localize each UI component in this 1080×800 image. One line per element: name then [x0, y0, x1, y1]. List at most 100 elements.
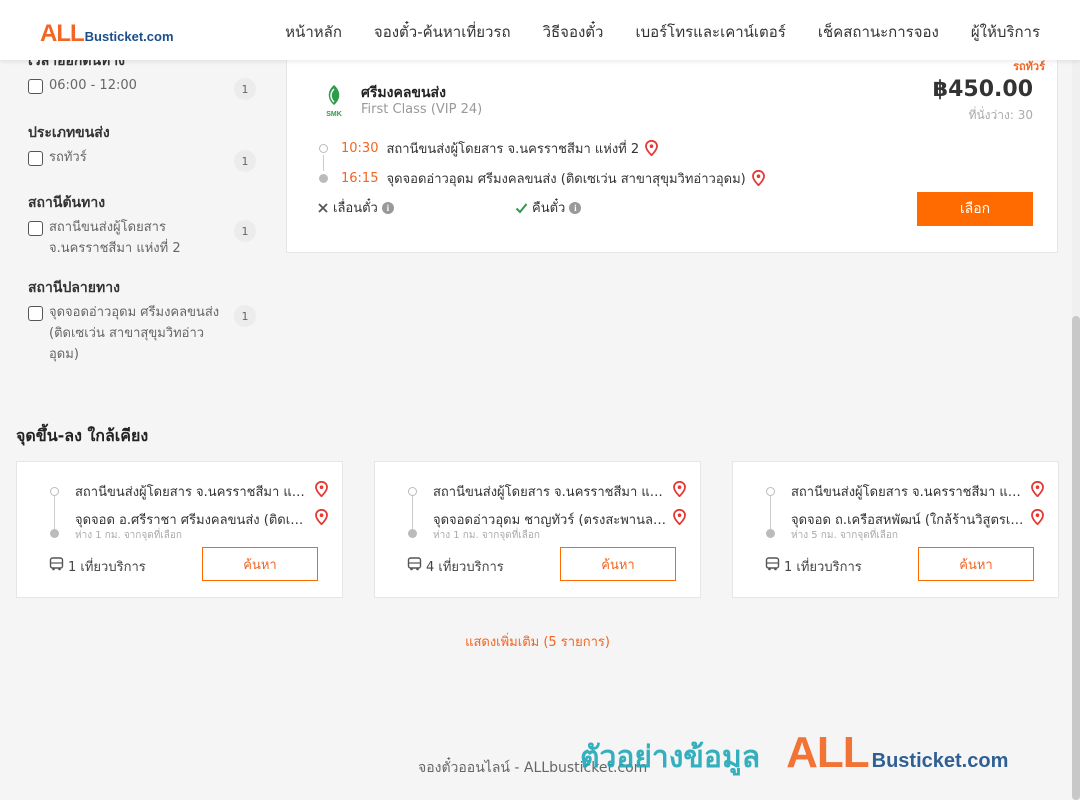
nav-home[interactable]: หน้าหลัก: [285, 20, 342, 44]
nearby-to-station: จุดจอดอ่าวอุดม ชาญทัวร์ (ตรงสะพานลอย): [433, 513, 669, 528]
trip-count: 4 เที่ยวบริการ: [426, 560, 504, 575]
filter-option-label: 06:00 - 12:00: [49, 78, 137, 93]
show-more-link[interactable]: แสดงเพิ่มเติม (5 รายการ): [0, 631, 1075, 652]
watermark-thai-text: ตัวอย่างข้อมูล: [580, 740, 761, 775]
nearby-section-title: จุดขึ้น-ลง ใกล้เคียง: [16, 426, 149, 445]
filter-destination-title: สถานีปลายทาง: [28, 280, 120, 296]
map-pin-icon[interactable]: [1031, 509, 1044, 525]
route-line: [54, 496, 55, 530]
filter-count-badge: 1: [234, 78, 256, 100]
distance-note: ห่าง 1 กม. จากจุดที่เลือก: [75, 530, 182, 541]
route-end-dot: [408, 529, 417, 538]
bus-icon: [407, 557, 422, 571]
nav-check-booking[interactable]: เช็คสถานะการจอง: [818, 20, 939, 44]
filter-type-option[interactable]: รถทัวร์ 1: [28, 150, 258, 172]
site-header: ALL Busticket.com หน้าหลัก จองตั๋ว-ค้นหา…: [0, 0, 1080, 60]
filter-option-label: จุดจอดอ่าวอุดม ศรีมงคลขนส่ง (ติดเซเว่น ส…: [49, 305, 220, 362]
nearby-card: สถานีขนส่งผู้โดยสาร จ.นครราชสีมา แห่งที่…: [374, 461, 701, 598]
map-pin-icon[interactable]: [751, 170, 765, 186]
refund-policy: คืนตั๋ว i: [515, 197, 582, 218]
refund-label: คืนตั๋ว: [532, 201, 566, 216]
trip-count: 1 เที่ยวบริการ: [68, 560, 146, 575]
reschedule-policy: เลื่อนตั๋ว i: [317, 197, 394, 218]
nav-operators[interactable]: ผู้ให้บริการ: [971, 20, 1040, 44]
nav-book-search[interactable]: จองตั๋ว-ค้นหาเที่ยวรถ: [374, 20, 511, 44]
route-line: [770, 496, 771, 530]
arrival-time: 16:15: [341, 170, 379, 186]
nearby-to-station: จุดจอด ถ.เครือสหพัฒน์ (ใกล้ร้านวิสูตรเบเ…: [791, 513, 1027, 528]
info-icon[interactable]: i: [381, 201, 394, 214]
route-end-dot: [319, 173, 328, 183]
checkbox[interactable]: [28, 79, 43, 94]
filter-count-badge: 1: [234, 220, 256, 242]
filter-count-badge: 1: [234, 305, 256, 327]
nearby-from-station: สถานีขนส่งผู้โดยสาร จ.นครราชสีมา แห่งที่…: [791, 485, 1027, 500]
operator-name: ศรีมงคลขนส่ง: [361, 85, 446, 101]
filter-option-label: รถทัวร์: [49, 150, 87, 165]
filter-sidebar: เวลาออกต้นทาง 06:00 - 12:00 1 ประเภทขนส่…: [28, 40, 258, 365]
operator-logo-icon: SMK: [326, 85, 342, 118]
watermark-all-text: ALL: [786, 728, 870, 777]
route-start-dot: [50, 487, 59, 496]
select-trip-button[interactable]: เลือก: [917, 192, 1033, 226]
filter-origin-option[interactable]: สถานีขนส่งผู้โดยสาร จ.นครราชสีมา แห่งที่…: [28, 220, 258, 259]
nav-how-to-book[interactable]: วิธีจองตั๋ว: [543, 20, 604, 44]
main-nav: หน้าหลัก จองตั๋ว-ค้นหาเที่ยวรถ วิธีจองตั…: [285, 20, 1040, 44]
nearby-from-station: สถานีขนส่งผู้โดยสาร จ.นครราชสีมา แห่งที่…: [433, 485, 669, 500]
map-pin-icon[interactable]: [315, 481, 328, 497]
bus-icon: [765, 557, 780, 571]
route-end-dot: [766, 529, 775, 538]
nearby-search-button[interactable]: ค้นหา: [202, 547, 318, 581]
route-line: [412, 496, 413, 530]
seats-available: ที่นั่งว่าง: 30: [968, 108, 1033, 122]
nav-contact[interactable]: เบอร์โทรและเคาน์เตอร์: [635, 20, 785, 44]
map-pin-icon[interactable]: [1031, 481, 1044, 497]
nearby-search-button[interactable]: ค้นหา: [918, 547, 1034, 581]
distance-note: ห่าง 1 กม. จากจุดที่เลือก: [433, 530, 540, 541]
nearby-search-button[interactable]: ค้นหา: [560, 547, 676, 581]
filter-type-title: ประเภทขนส่ง: [28, 125, 110, 141]
site-logo[interactable]: ALL Busticket.com: [40, 20, 174, 48]
filter-option-label: สถานีขนส่งผู้โดยสาร จ.นครราชสีมา แห่งที่…: [49, 220, 181, 256]
cross-icon: [318, 202, 328, 213]
watermark: ตัวอย่างข้อมูล ALL Busticket.com: [580, 728, 1008, 781]
filter-count-badge: 1: [234, 150, 256, 172]
ticket-price: ฿450.00: [932, 77, 1033, 102]
route-start-dot: [766, 487, 775, 496]
nearby-from-station: สถานีขนส่งผู้โดยสาร จ.นครราชสีมา แห่งที่…: [75, 485, 311, 500]
trip-route: 10:30 สถานีขนส่งผู้โดยสาร จ.นครราชสีมา แ…: [317, 133, 765, 193]
arrival-station: จุดจอดอ่าวอุดม ศรีมงคลขนส่ง (ติดเซเว่น ส…: [386, 171, 746, 187]
reschedule-label: เลื่อนตั๋ว: [333, 201, 378, 216]
watermark-busticket-text: Busticket.com: [871, 750, 1009, 772]
arrival-stop: 16:15 จุดจอดอ่าวอุดม ศรีมงคลขนส่ง (ติดเซ…: [317, 163, 765, 193]
check-icon: [515, 202, 528, 213]
route-start-dot: [319, 143, 328, 153]
map-pin-icon[interactable]: [315, 509, 328, 525]
departure-time: 10:30: [341, 140, 379, 156]
nearby-card: สถานีขนส่งผู้โดยสาร จ.นครราชสีมา แห่งที่…: [16, 461, 343, 598]
trip-card: รถทัวร์ SMK ศรีมงคลขนส่ง First Class (VI…: [286, 50, 1058, 253]
map-pin-icon[interactable]: [645, 140, 659, 156]
departure-stop: 10:30 สถานีขนส่งผู้โดยสาร จ.นครราชสีมา แ…: [317, 133, 765, 163]
route-end-dot: [50, 529, 59, 538]
logo-all-text: ALL: [40, 20, 85, 47]
filter-time-option[interactable]: 06:00 - 12:00 1: [28, 78, 258, 100]
operator-logo-text: SMK: [326, 111, 342, 118]
filter-origin-title: สถานีต้นทาง: [28, 195, 106, 211]
logo-busticket-text: Busticket.com: [84, 29, 174, 44]
map-pin-icon[interactable]: [673, 509, 686, 525]
nearby-card: สถานีขนส่งผู้โดยสาร จ.นครราชสีมา แห่งที่…: [732, 461, 1059, 598]
bus-icon: [49, 557, 64, 571]
checkbox[interactable]: [28, 306, 43, 321]
checkbox[interactable]: [28, 151, 43, 166]
filter-destination-option[interactable]: จุดจอดอ่าวอุดม ศรีมงคลขนส่ง (ติดเซเว่น ส…: [28, 305, 258, 365]
distance-note: ห่าง 5 กม. จากจุดที่เลือก: [791, 530, 898, 541]
map-pin-icon[interactable]: [673, 481, 686, 497]
trip-count: 1 เที่ยวบริการ: [784, 560, 862, 575]
checkbox[interactable]: [28, 221, 43, 236]
seat-class: First Class (VIP 24): [361, 102, 483, 117]
nearby-to-station: จุดจอด อ.ศรีราชา ศรีมงคลขนส่ง (ติดเซเว่น…: [75, 513, 311, 528]
departure-station: สถานีขนส่งผู้โดยสาร จ.นครราชสีมา แห่งที่…: [386, 141, 640, 157]
info-icon[interactable]: i: [569, 201, 582, 214]
scrollbar-thumb[interactable]: [1072, 316, 1080, 800]
